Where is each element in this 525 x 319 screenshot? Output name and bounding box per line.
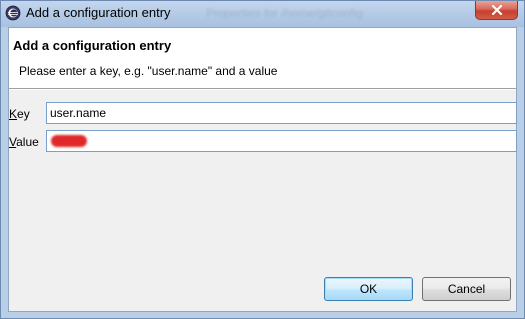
cancel-button[interactable]: Cancel bbox=[422, 277, 511, 301]
background-title-text: Properties for /home/gitconfig bbox=[206, 6, 363, 20]
key-input[interactable]: user.name bbox=[46, 102, 517, 124]
dialog-header-message: Please enter a key, e.g. "user.name" and… bbox=[19, 64, 278, 78]
key-label-rest: ey bbox=[17, 107, 30, 121]
close-icon bbox=[491, 5, 503, 15]
window-title: Add a configuration entry bbox=[26, 5, 171, 20]
value-label: Value bbox=[9, 135, 39, 149]
key-label: Key bbox=[9, 107, 30, 121]
ok-button[interactable]: OK bbox=[324, 277, 413, 301]
value-label-rest: alue bbox=[16, 135, 39, 149]
close-button[interactable] bbox=[475, 1, 518, 20]
eclipse-icon bbox=[5, 5, 21, 21]
dialog-header: Add a configuration entry Please enter a… bbox=[9, 28, 516, 89]
redaction-mark bbox=[51, 135, 87, 147]
dialog-header-title: Add a configuration entry bbox=[13, 38, 172, 53]
value-input[interactable] bbox=[46, 130, 517, 152]
title-bar[interactable]: Add a configuration entry Properties for… bbox=[1, 1, 524, 27]
key-label-mnemonic: K bbox=[9, 107, 18, 121]
dialog-client-area: Add a configuration entry Please enter a… bbox=[8, 27, 517, 312]
key-input-value: user.name bbox=[50, 106, 107, 120]
dialog-window: Add a configuration entry Properties for… bbox=[0, 0, 525, 319]
header-separator bbox=[9, 89, 516, 90]
